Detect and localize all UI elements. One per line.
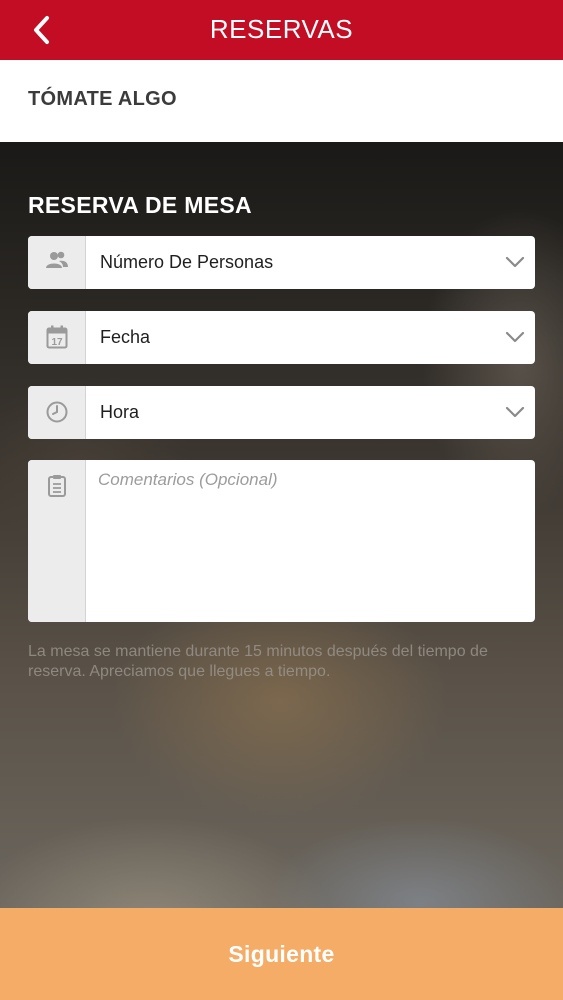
next-button[interactable]: Siguiente [0, 908, 563, 1000]
people-select-label: Número De Personas [100, 252, 274, 272]
restaurant-name: TÓMATE ALGO [28, 88, 177, 110]
chevron-down-icon [505, 331, 525, 343]
reservation-notice: La mesa se mantiene durante 15 minutos d… [28, 643, 488, 680]
date-select[interactable]: 17 Fecha [28, 311, 535, 364]
chevron-down-icon [505, 256, 525, 268]
time-select-label: Hora [100, 402, 140, 422]
comments-field [28, 460, 535, 622]
calendar-icon-day: 17 [51, 337, 63, 348]
time-select[interactable]: Hora [28, 386, 535, 439]
clipboard-icon-box [28, 460, 86, 622]
form-title: RESERVA DE MESA [28, 192, 252, 218]
comments-input[interactable] [98, 470, 523, 610]
calendar-icon: 17 [46, 325, 67, 349]
calendar-icon-box: 17 [28, 311, 86, 364]
clipboard-icon [47, 475, 66, 497]
date-select-label: Fecha [100, 327, 151, 347]
clock-icon-box [28, 386, 86, 439]
page-title: RESERVAS [209, 14, 354, 44]
chevron-down-icon [505, 406, 525, 418]
clock-icon [46, 401, 67, 423]
people-icon [45, 251, 68, 268]
app-header: RESERVAS [0, 0, 563, 60]
people-icon-box [28, 236, 86, 289]
people-select[interactable]: Número De Personas [28, 236, 535, 289]
